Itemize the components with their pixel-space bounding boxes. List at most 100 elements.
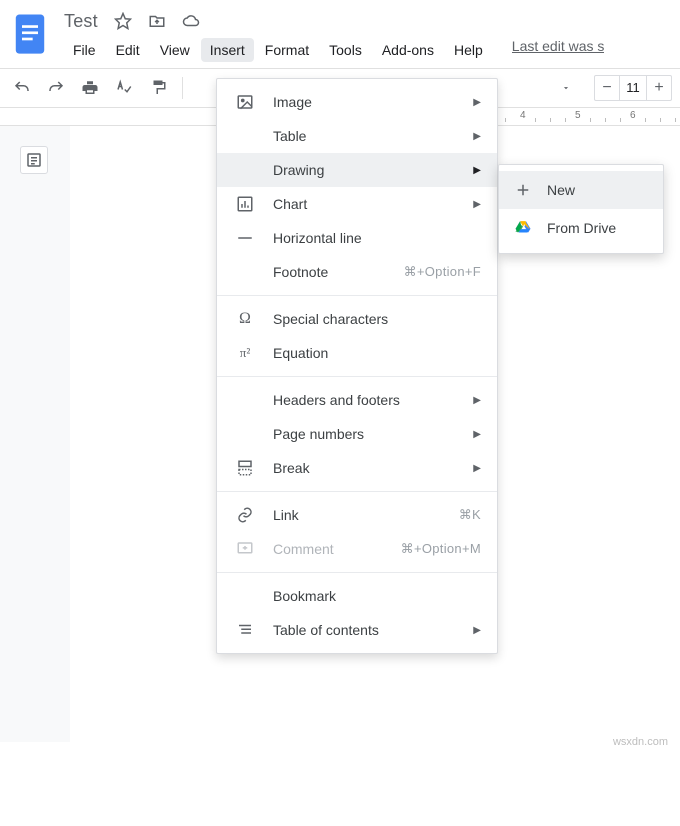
menu-label: Special characters (273, 311, 481, 327)
submenu-label: New (547, 182, 575, 198)
submenu-arrow-icon: ▶ (473, 463, 481, 474)
spellcheck-icon[interactable] (110, 74, 138, 102)
blank-icon (235, 126, 255, 146)
blank-icon (235, 160, 255, 180)
menu-label: Headers and footers (273, 392, 473, 408)
blank-icon (235, 424, 255, 444)
cloud-saved-icon[interactable] (182, 12, 200, 30)
submenu-arrow-icon: ▶ (473, 429, 481, 440)
menu-divider (217, 295, 497, 296)
menu-label: Comment (273, 541, 401, 557)
toolbar-separator (182, 77, 183, 99)
blank-icon (235, 390, 255, 410)
insert-footnote[interactable]: Footnote ⌘+Option+F (217, 255, 497, 289)
menu-label: Table of contents (273, 622, 473, 638)
docs-logo-icon[interactable] (10, 8, 50, 62)
insert-menu-dropdown: Image ▶ Table ▶ Drawing ▶ Chart ▶ Horizo… (216, 78, 498, 654)
insert-hrule[interactable]: Horizontal line (217, 221, 497, 255)
insert-drawing[interactable]: Drawing ▶ (217, 153, 497, 187)
insert-equation[interactable]: π² Equation (217, 336, 497, 370)
watermark-text: wsxdn.com (613, 736, 668, 748)
submenu-label: From Drive (547, 220, 616, 236)
shortcut-text: ⌘K (459, 507, 481, 523)
link-icon (235, 505, 255, 525)
insert-chart[interactable]: Chart ▶ (217, 187, 497, 221)
doc-title[interactable]: Test (64, 11, 98, 32)
menu-divider (217, 491, 497, 492)
menu-view[interactable]: View (151, 38, 199, 62)
blank-icon (235, 586, 255, 606)
paintformat-icon[interactable] (144, 74, 172, 102)
insert-table[interactable]: Table ▶ (217, 119, 497, 153)
insert-image[interactable]: Image ▶ (217, 85, 497, 119)
app-header: Test File Edit View Insert Format Tools … (0, 0, 680, 62)
insert-headers[interactable]: Headers and footers ▶ (217, 383, 497, 417)
shortcut-text: ⌘+Option+F (404, 264, 481, 280)
insert-link[interactable]: Link ⌘K (217, 498, 497, 532)
redo-icon[interactable] (42, 74, 70, 102)
menu-divider (217, 572, 497, 573)
menu-label: Page numbers (273, 426, 473, 442)
submenu-arrow-icon: ▶ (473, 625, 481, 636)
drawing-from-drive[interactable]: From Drive (499, 209, 663, 247)
menu-file[interactable]: File (64, 38, 105, 62)
menu-label: Image (273, 94, 473, 110)
insert-comment: Comment ⌘+Option+M (217, 532, 497, 566)
insert-break[interactable]: Break ▶ (217, 451, 497, 485)
omega-icon: Ω (235, 309, 255, 329)
ruler-num: 6 (630, 110, 636, 121)
insert-bookmark[interactable]: Bookmark (217, 579, 497, 613)
print-icon[interactable] (76, 74, 104, 102)
star-icon[interactable] (114, 12, 132, 30)
submenu-arrow-icon: ▶ (473, 131, 481, 142)
insert-pagenums[interactable]: Page numbers ▶ (217, 417, 497, 451)
font-size-decrease[interactable]: − (595, 76, 619, 100)
menu-divider (217, 376, 497, 377)
hrule-icon (235, 228, 255, 248)
comment-icon (235, 539, 255, 559)
submenu-arrow-icon: ▶ (473, 165, 481, 176)
menu-tools[interactable]: Tools (320, 38, 371, 62)
drawing-new[interactable]: New (499, 171, 663, 209)
menu-label: Break (273, 460, 473, 476)
zoom-dropdown-icon[interactable] (554, 76, 578, 100)
document-outline-icon[interactable] (20, 146, 48, 174)
plus-icon (513, 180, 533, 200)
toc-icon (235, 620, 255, 640)
insert-specialchars[interactable]: Ω Special characters (217, 302, 497, 336)
menu-label: Equation (273, 345, 481, 361)
menu-label: Bookmark (273, 588, 481, 604)
undo-icon[interactable] (8, 74, 36, 102)
font-size-value[interactable]: 11 (619, 76, 647, 100)
ruler-num: 5 (575, 110, 581, 121)
drive-icon (513, 218, 533, 238)
menu-label: Chart (273, 196, 473, 212)
image-icon (235, 92, 255, 112)
blank-icon (235, 262, 255, 282)
menu-addons[interactable]: Add-ons (373, 38, 443, 62)
menu-help[interactable]: Help (445, 38, 492, 62)
ruler-num: 4 (520, 110, 526, 121)
font-size-control: − 11 + (594, 75, 672, 101)
drawing-submenu: New From Drive (498, 164, 664, 254)
shortcut-text: ⌘+Option+M (401, 541, 481, 557)
menu-bar: File Edit View Insert Format Tools Add-o… (64, 38, 604, 62)
menu-edit[interactable]: Edit (107, 38, 149, 62)
submenu-arrow-icon: ▶ (473, 97, 481, 108)
menu-label: Drawing (273, 162, 473, 178)
menu-label: Link (273, 507, 459, 523)
submenu-arrow-icon: ▶ (473, 199, 481, 210)
font-size-increase[interactable]: + (647, 76, 671, 100)
menu-insert[interactable]: Insert (201, 38, 254, 62)
equation-icon: π² (235, 343, 255, 363)
menu-label: Table (273, 128, 473, 144)
menu-label: Footnote (273, 264, 404, 280)
break-icon (235, 458, 255, 478)
insert-toc[interactable]: Table of contents ▶ (217, 613, 497, 647)
submenu-arrow-icon: ▶ (473, 395, 481, 406)
menu-format[interactable]: Format (256, 38, 318, 62)
menu-label: Horizontal line (273, 230, 481, 246)
move-icon[interactable] (148, 12, 166, 30)
chart-icon (235, 194, 255, 214)
last-edit-link[interactable]: Last edit was s (512, 38, 605, 62)
